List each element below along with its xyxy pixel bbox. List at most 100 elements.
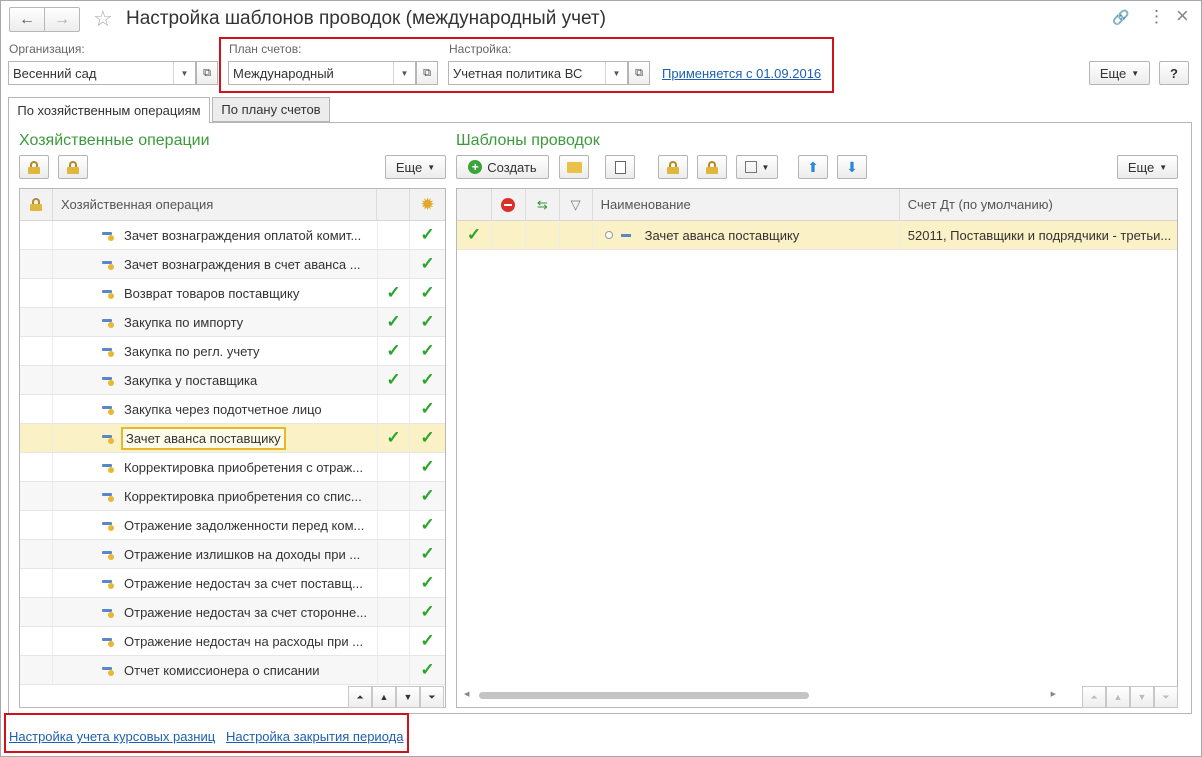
scroll-top-button[interactable]: ⏶ [348, 686, 372, 708]
operation-name: Закупка по регл. учету [124, 343, 260, 359]
copy-button[interactable] [605, 155, 635, 179]
organization-open-button[interactable]: ⧉ [196, 61, 218, 85]
table-row[interactable]: Зачет аванса поставщику ✓ ✓ [20, 424, 445, 453]
forward-button[interactable]: → [44, 7, 80, 32]
plan-field[interactable]: Международный ▼ [228, 61, 416, 85]
scroll-right-icon[interactable]: ▶ [1051, 690, 1056, 698]
name-column-header[interactable]: Наименование [593, 189, 900, 220]
setting-open-button[interactable]: ⧉ [628, 61, 650, 85]
unlock-button-right[interactable] [658, 155, 688, 179]
table-row[interactable]: Закупка у поставщика ✓ ✓ [20, 366, 445, 395]
chevron-down-icon[interactable]: ▼ [393, 62, 415, 84]
link-icon[interactable]: 🔗 [1112, 9, 1129, 26]
debit-account-cell[interactable]: 52011, Поставщики и подрядчики - третьи.… [900, 221, 1177, 249]
table-row[interactable]: Зачет вознаграждения оплатой комит... ✓ [20, 221, 445, 250]
help-button[interactable]: ? [1159, 61, 1189, 85]
operation-cell[interactable]: Корректировка приобретения со спис... [53, 482, 377, 510]
operation-cell[interactable]: Возврат товаров поставщику [53, 279, 377, 307]
operation-cell[interactable]: Отражение недостач на расходы при ... [53, 627, 377, 655]
lock-button[interactable] [58, 155, 88, 179]
empty-cell [526, 221, 560, 249]
operation-cell[interactable]: Отражение недостач за счет сторонне... [53, 598, 377, 626]
table-row[interactable]: Отражение задолженности перед ком... ✓ [20, 511, 445, 540]
horizontal-scrollbar[interactable]: ◀ ▶ [464, 690, 1056, 700]
new-folder-button[interactable] [559, 155, 589, 179]
scroll-up-button[interactable]: ▲ [1106, 686, 1130, 708]
operation-cell[interactable]: Корректировка приобретения с отраж... [53, 453, 377, 481]
operation-cell[interactable]: Отражение излишков на доходы при ... [53, 540, 377, 568]
scroll-thumb[interactable] [479, 692, 809, 699]
operation-cell[interactable]: Закупка у поставщика [53, 366, 377, 394]
template-name-cell[interactable]: Зачет аванса поставщику [593, 221, 900, 249]
chevron-down-icon: ▼ [1159, 162, 1168, 172]
scroll-down-button[interactable]: ▼ [1130, 686, 1154, 708]
right-more-button[interactable]: Еще ▼ [1117, 155, 1178, 179]
check-column-header[interactable] [457, 189, 492, 220]
lock-column-header[interactable] [20, 189, 53, 220]
filter-column-header[interactable]: ▽ [560, 189, 593, 220]
operation-column-header[interactable]: Хозяйственная операция [53, 189, 377, 220]
chevron-down-icon[interactable]: ▼ [173, 62, 195, 84]
table-row[interactable]: Отчет комиссионера о списании ✓ [20, 656, 445, 685]
debit-account-column-header[interactable]: Счет Дт (по умолчанию) [900, 189, 1177, 220]
operation-cell[interactable]: Отражение задолженности перед ком... [53, 511, 377, 539]
table-row[interactable]: Закупка по импорту ✓ ✓ [20, 308, 445, 337]
exchange-differences-link[interactable]: Настройка учета курсовых разниц [9, 729, 215, 744]
operation-cell[interactable]: Закупка по регл. учету [53, 337, 377, 365]
unlock-button[interactable] [19, 155, 49, 179]
move-up-button[interactable]: ⬆ [798, 155, 828, 179]
period-closing-link[interactable]: Настройка закрытия периода [226, 729, 403, 744]
operation-cell[interactable]: Зачет вознаграждения оплатой комит... [53, 221, 377, 249]
plan-open-button[interactable]: ⧉ [416, 61, 438, 85]
arrow-up-icon: ⬆ [807, 158, 819, 175]
check-column-header[interactable] [377, 189, 410, 220]
lock-button-right[interactable] [697, 155, 727, 179]
operation-cell[interactable]: Закупка через подотчетное лицо [53, 395, 377, 423]
tab-by-operations[interactable]: По хозяйственным операциям [8, 97, 210, 123]
check-mark-icon: ✓ [457, 221, 492, 249]
table-row[interactable]: Закупка через подотчетное лицо ✓ [20, 395, 445, 424]
table-row[interactable]: Корректировка приобретения с отраж... ✓ [20, 453, 445, 482]
left-more-button[interactable]: Еще ▼ [385, 155, 446, 179]
close-icon[interactable]: × [1176, 3, 1189, 29]
scroll-top-button[interactable]: ⏶ [1082, 686, 1106, 708]
organization-field[interactable]: Весенний сад ▼ [8, 61, 196, 85]
table-row[interactable]: ✓ Зачет аванса поставщику 52011, Поставщик… [457, 221, 1177, 250]
menu-dots-icon[interactable]: ⋮ [1148, 7, 1165, 27]
setting-field[interactable]: Учетная политика ВС ▼ [448, 61, 628, 85]
scroll-left-icon[interactable]: ◀ [464, 690, 469, 698]
operation-cell[interactable]: Зачет вознаграждения в счет аванса ... [53, 250, 377, 278]
chevron-down-icon[interactable]: ▼ [605, 62, 627, 84]
lock-cell [20, 511, 53, 539]
table-row[interactable]: Корректировка приобретения со спис... ✓ [20, 482, 445, 511]
lock-cell [20, 424, 53, 452]
scroll-bottom-button[interactable]: ⏷ [420, 686, 444, 708]
window-title: Настройка шаблонов проводок (международн… [126, 8, 606, 29]
applies-since-link[interactable]: Применяется с 01.09.2016 [662, 66, 821, 81]
table-row[interactable]: Отражение излишков на доходы при ... ✓ [20, 540, 445, 569]
table-row[interactable]: Возврат товаров поставщику ✓ ✓ [20, 279, 445, 308]
favorite-star-icon[interactable]: ☆ [93, 6, 113, 32]
top-more-button[interactable]: Еще ▼ [1089, 61, 1150, 85]
operation-cell[interactable]: Закупка по импорту [53, 308, 377, 336]
table-row[interactable]: Отражение недостач на расходы при ... ✓ [20, 627, 445, 656]
scroll-up-button[interactable]: ▲ [372, 686, 396, 708]
transfer-column-header[interactable]: ⇆ [526, 189, 560, 220]
operation-icon [102, 664, 114, 676]
create-button[interactable]: + Создать [456, 155, 549, 179]
operation-cell[interactable]: Зачет аванса поставщику [53, 424, 377, 452]
scroll-down-button[interactable]: ▼ [396, 686, 420, 708]
operation-cell[interactable]: Отчет комиссионера о списании [53, 656, 377, 684]
report-dropdown-button[interactable]: ▼ [736, 155, 778, 179]
disabled-column-header[interactable] [492, 189, 526, 220]
table-row[interactable]: Зачет вознаграждения в счет аванса ... ✓ [20, 250, 445, 279]
table-row[interactable]: Отражение недостач за счет поставщ... ✓ [20, 569, 445, 598]
scroll-bottom-button[interactable]: ⏷ [1154, 686, 1178, 708]
operation-cell[interactable]: Отражение недостач за счет поставщ... [53, 569, 377, 597]
tab-by-accounts[interactable]: По плану счетов [212, 97, 330, 122]
settings-column-header[interactable]: ✹ [410, 189, 445, 220]
table-row[interactable]: Закупка по регл. учету ✓ ✓ [20, 337, 445, 366]
move-down-button[interactable]: ⬇ [837, 155, 867, 179]
table-row[interactable]: Отражение недостач за счет сторонне... ✓ [20, 598, 445, 627]
back-button[interactable]: ← [9, 7, 45, 32]
